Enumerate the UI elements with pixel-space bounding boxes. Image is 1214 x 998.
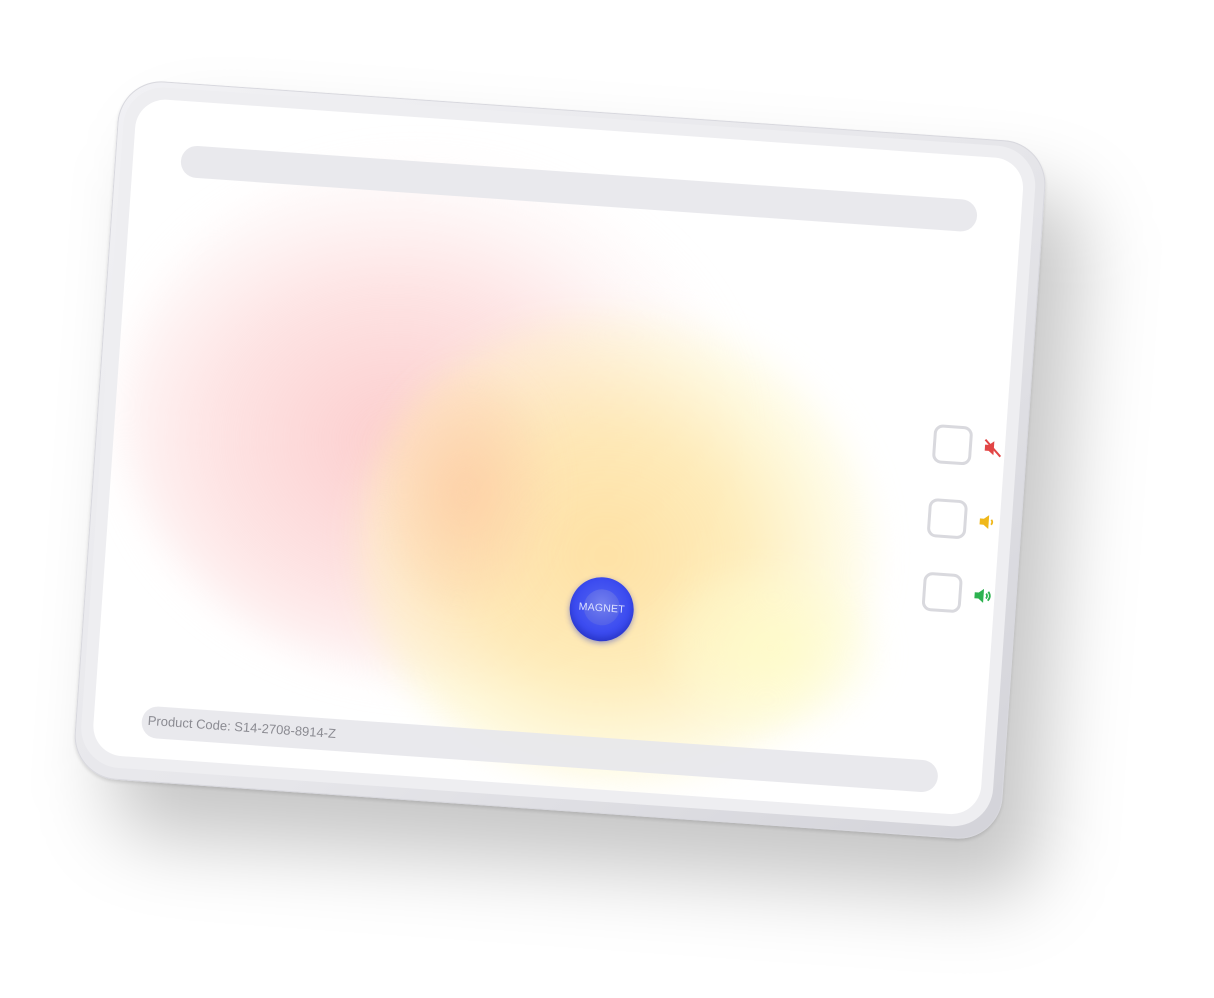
- volume-slot-low: [926, 497, 1009, 543]
- orange-heat-glow: [372, 365, 559, 618]
- magnet-label: MAGNET: [578, 600, 626, 616]
- drop-slot-low[interactable]: [926, 497, 969, 540]
- game-stage: Product Code: S14-2708-8914-Z MAGNET: [0, 0, 1214, 998]
- speaker-low-icon: [979, 515, 994, 530]
- drop-slot-mute[interactable]: [931, 424, 974, 466]
- yellow-heat-glow: [341, 294, 893, 800]
- top-rail: [179, 144, 979, 233]
- volume-slot-mute: [931, 424, 1015, 469]
- lemon-heat-glow: [654, 555, 887, 741]
- muted-speaker-icon: [984, 438, 1002, 458]
- game-screen: Product Code: S14-2708-8914-Z MAGNET: [91, 97, 1026, 817]
- magnet-token[interactable]: MAGNET: [567, 575, 636, 644]
- pink-heat-glow: [103, 137, 758, 700]
- speaker-high-icon: [974, 588, 991, 603]
- tablet-device: Product Code: S14-2708-8914-Z MAGNET: [71, 78, 1085, 900]
- volume-slot-high: [921, 571, 1004, 617]
- drop-slot-high[interactable]: [921, 571, 964, 614]
